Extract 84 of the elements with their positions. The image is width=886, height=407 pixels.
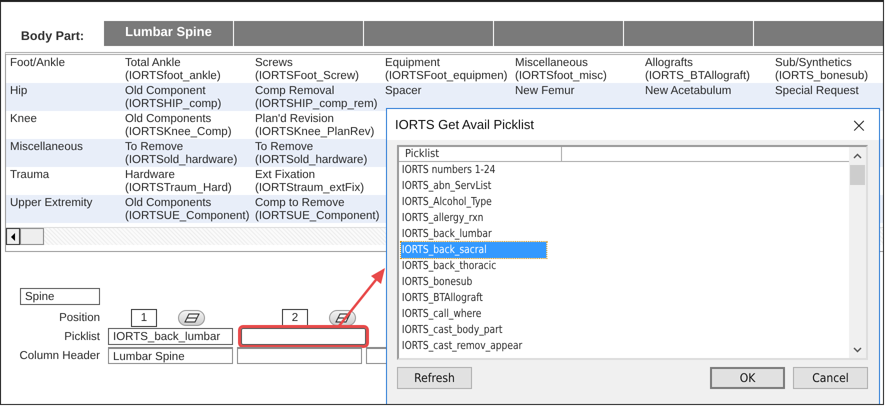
cell-code: (IORTS_BTAllograft) <box>645 70 752 83</box>
vertical-scrollbar[interactable] <box>849 147 866 358</box>
cancel-button[interactable]: Cancel <box>793 367 868 389</box>
body-part-label: Body Part: <box>20 28 86 43</box>
eraser-icon <box>334 312 350 322</box>
cell-title: Old Components <box>125 197 212 210</box>
left-arrow-icon <box>10 232 16 240</box>
cell-title: Special Request <box>775 85 860 98</box>
cell-code: (IORTSUE_Component) <box>125 210 250 223</box>
position-label: Position <box>58 312 100 324</box>
column-header-tab[interactable] <box>754 20 883 46</box>
column-header-tab[interactable] <box>494 20 623 46</box>
cell-title: Allografts <box>645 57 694 70</box>
cell-title: Old Components <box>125 113 212 126</box>
cell-code: (IORTSHIP_comp_rem) <box>255 98 378 111</box>
cell-code: (IORTSFoot_Screw) <box>255 70 360 83</box>
cell-title: Equipment <box>385 57 441 70</box>
cell-title: Hardware <box>125 169 176 182</box>
scroll-thumb[interactable] <box>850 165 865 185</box>
list-column-header[interactable]: Picklist <box>399 147 562 161</box>
cell-title: New Femur <box>515 85 576 98</box>
column-header-label: Column Header <box>18 350 100 362</box>
body-part-name-field[interactable]: Spine <box>20 288 100 305</box>
cell-code: (IORTSKnee_Comp) <box>125 126 233 139</box>
column-header-tab[interactable] <box>624 20 753 46</box>
category-cell-text: Hip <box>9 85 28 99</box>
scroll-left-button[interactable] <box>6 228 20 245</box>
cell-title: Ext Fixation <box>255 169 316 182</box>
list-item[interactable]: IORTS_allergy_rxn <box>401 210 546 226</box>
picklist-field[interactable]: IORTS_back_lumbar <box>108 328 233 345</box>
cell-code: (IORTSUE_Component) <box>255 210 380 223</box>
column-header-tab[interactable]: Lumbar Spine <box>104 20 233 46</box>
list-item[interactable]: IORTS_bonesub <box>401 274 546 290</box>
cell-title: Sub/Synthetics <box>775 57 853 70</box>
cell-title: Comp Removal <box>255 85 336 98</box>
cell-title: Spacer <box>385 85 422 98</box>
category-cell-text: Trauma <box>9 169 50 183</box>
cell-code: (IORTSold_hardware) <box>255 154 368 167</box>
cell-title: New Acetabulum <box>645 85 732 98</box>
cell-title: To Remove <box>255 141 314 154</box>
cell-code: (IORTSfoot_misc) <box>515 70 608 83</box>
cell-code: (IORTSHIP_comp) <box>125 98 222 111</box>
close-button[interactable]: × <box>839 112 879 138</box>
ok-button[interactable]: OK <box>710 367 785 389</box>
list-item[interactable]: IORTS numbers 1-24 <box>401 162 546 178</box>
category-cell-text: Miscellaneous <box>9 141 84 155</box>
picklist-label: Picklist <box>63 330 100 342</box>
scroll-thumb[interactable] <box>20 228 44 245</box>
cell-code: (IORTStraum_extFix) <box>255 182 366 195</box>
list-item[interactable]: IORTS_back_lumbar <box>401 226 546 242</box>
cell-code: (IORTSFoot_equipmen) <box>385 70 509 83</box>
eraser-icon <box>184 312 200 322</box>
list-item[interactable]: IORTS_cast_remov_appear <box>401 338 546 354</box>
column-header-field[interactable]: Lumbar Spine <box>108 347 233 364</box>
category-cell-text: Foot/Ankle <box>9 57 66 71</box>
cell-title: Total Ankle <box>125 57 182 70</box>
column-header-tab[interactable] <box>364 20 493 46</box>
cell-title: Plan'd Revision <box>255 113 335 126</box>
cell-title: Miscellaneous <box>515 57 589 70</box>
list-item[interactable]: IORTS_BTAllograft <box>401 290 546 306</box>
cell-code: (IORTSTraum_Hard) <box>125 182 233 195</box>
cell-title: Old Component <box>125 85 207 98</box>
cell-title: Comp to Remove <box>255 197 346 210</box>
refresh-button[interactable]: Refresh <box>397 367 472 389</box>
column-header-tab[interactable] <box>234 20 363 46</box>
cell-title: To Remove <box>125 141 184 154</box>
position-field[interactable]: 2 <box>282 308 308 326</box>
list-item[interactable]: IORTS_back_thoracic <box>401 258 546 274</box>
category-cell-text: Upper Extremity <box>9 197 94 211</box>
list-item[interactable]: IORTS_Alcohol_Type <box>401 194 546 210</box>
list-item[interactable]: IORTS_abn_ServList <box>401 178 546 194</box>
list-item[interactable]: IORTS_call_where <box>401 306 546 322</box>
clear-button[interactable] <box>178 310 205 326</box>
dialog-title: IORTS Get Avail Picklist <box>395 117 534 132</box>
cell-code: (IORTS_bonesub) <box>775 70 870 83</box>
list-item[interactable]: IORTS_cast_body_part <box>401 322 546 338</box>
picklist-field[interactable] <box>241 328 366 345</box>
cell-code: (IORTSold_hardware) <box>125 154 238 167</box>
position-field[interactable]: 1 <box>131 308 157 326</box>
column-header-field[interactable] <box>237 347 362 364</box>
category-cell-text: Knee <box>9 113 38 127</box>
cell-code: (IORTSKnee_PlanRev) <box>255 126 376 139</box>
cell-code: (IORTSfoot_ankle) <box>125 70 222 83</box>
cell-title: Screws <box>255 57 294 70</box>
